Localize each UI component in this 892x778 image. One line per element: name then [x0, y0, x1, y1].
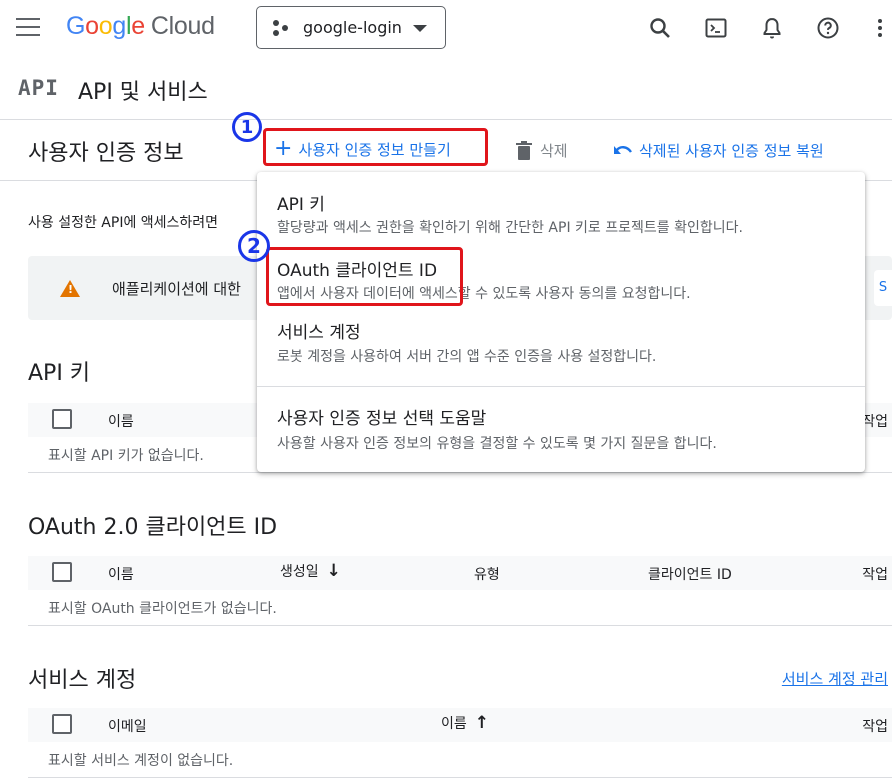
menu-item-service-account[interactable]: 서비스 계정 로봇 계정을 사용하여 서버 간의 앱 수준 인증을 사용 설정합…: [257, 304, 865, 370]
top-app-bar: Google Cloud google-login: [0, 0, 892, 56]
create-credentials-menu: API 키 할당량과 액세스 권한을 확인하기 위해 간단한 API 키로 프로…: [257, 172, 865, 472]
chevron-down-icon: [413, 25, 427, 32]
select-all-checkbox[interactable]: [52, 562, 72, 582]
arrow-up-icon: ↑: [474, 713, 490, 733]
column-created-label: 생성일: [280, 564, 319, 580]
configure-consent-button[interactable]: S: [874, 270, 892, 306]
restore-deleted-credentials-button[interactable]: 삭제된 사용자 인증 정보 복원: [612, 140, 824, 161]
menu-item-title: OAuth 클라이언트 ID: [277, 261, 438, 281]
credentials-description: 사용 설정한 API에 액세스하려면: [28, 215, 219, 231]
bell-icon[interactable]: [752, 8, 792, 48]
column-name[interactable]: 이름: [108, 564, 134, 584]
page-title: API 및 서비스: [78, 80, 208, 105]
product-header: API API 및 서비스: [0, 62, 892, 120]
column-actions: 작업: [862, 414, 888, 430]
empty-message: 표시할 서비스 계정이 없습니다.: [48, 753, 234, 769]
delete-button[interactable]: 삭제: [515, 140, 568, 161]
api-keys-title: API 키: [28, 361, 91, 386]
column-created[interactable]: 생성일 ↓: [280, 561, 341, 581]
menu-item-title: API 키: [277, 195, 325, 215]
delete-label: 삭제: [540, 142, 568, 160]
menu-item-help-me-choose[interactable]: 사용자 인증 정보 선택 도움말 사용할 사용자 인증 정보의 유형을 결정할 …: [257, 387, 865, 472]
menu-item-oauth-client-id[interactable]: OAuth 클라이언트 ID 앱에서 사용자 데이터에 액세스할 수 있도록 사…: [257, 238, 865, 304]
oauth-empty-row: 표시할 OAuth 클라이언트가 없습니다.: [28, 590, 892, 626]
arrow-down-icon: ↓: [326, 561, 341, 581]
menu-item-api-key[interactable]: API 키 할당량과 액세스 권한을 확인하기 위해 간단한 API 키로 프로…: [257, 172, 865, 238]
restore-label: 삭제된 사용자 인증 정보 복원: [639, 142, 824, 160]
menu-item-subtitle: 할당량과 액세스 권한을 확인하기 위해 간단한 API 키로 프로젝트를 확인…: [277, 220, 743, 236]
create-credentials-label: 사용자 인증 정보 만들기: [298, 140, 451, 159]
more-vert-icon[interactable]: [868, 8, 892, 48]
empty-message: 표시할 API 키가 없습니다.: [48, 448, 204, 464]
undo-icon: [614, 145, 632, 154]
google-cloud-logo[interactable]: Google Cloud: [66, 12, 215, 41]
menu-item-subtitle: 사용할 사용자 인증 정보의 유형을 결정할 수 있도록 몇 가지 질문을 합니…: [277, 436, 717, 452]
service-accounts-table-header: 이메일 이름 ↑ 작업: [28, 708, 892, 742]
column-client-id[interactable]: 클라이언트 ID: [648, 564, 732, 584]
column-actions: 작업: [862, 567, 888, 583]
column-actions: 작업: [862, 719, 888, 735]
column-type[interactable]: 유형: [474, 564, 500, 584]
column-name[interactable]: 이름 ↑: [441, 713, 489, 733]
empty-message: 표시할 OAuth 클라이언트가 없습니다.: [48, 601, 277, 617]
menu-item-subtitle: 앱에서 사용자 데이터에 액세스할 수 있도록 사용자 동의를 요청합니다.: [277, 286, 691, 302]
search-icon[interactable]: [640, 8, 680, 48]
warning-icon: [60, 280, 80, 297]
column-email[interactable]: 이메일: [108, 716, 147, 736]
project-icon: [273, 18, 293, 38]
credentials-title: 사용자 인증 정보: [28, 141, 184, 166]
create-credentials-button[interactable]: + 사용자 인증 정보 만들기: [274, 138, 451, 160]
project-name: google-login: [303, 18, 402, 37]
select-all-checkbox[interactable]: [52, 714, 72, 734]
step-2-marker: 2: [238, 230, 270, 262]
menu-item-title: 서비스 계정: [277, 323, 361, 343]
terminal-icon[interactable]: [696, 8, 736, 48]
project-picker[interactable]: google-login: [256, 6, 446, 49]
column-name-label: 이름: [441, 716, 467, 732]
menu-item-subtitle: 로봇 계정을 사용하여 서버 간의 앱 수준 인증을 사용 설정합니다.: [277, 349, 657, 365]
service-accounts-empty-row: 표시할 서비스 계정이 없습니다.: [28, 742, 892, 778]
plus-icon: +: [274, 136, 293, 161]
trash-icon: [516, 140, 532, 160]
oauth-title: OAuth 2.0 클라이언트 ID: [28, 515, 278, 540]
api-icon: API: [18, 76, 59, 100]
select-all-checkbox[interactable]: [52, 409, 72, 429]
oauth-table-header: 이름 생성일 ↓ 유형 클라이언트 ID 작업: [28, 556, 892, 590]
column-name[interactable]: 이름: [108, 411, 134, 431]
warning-text: 애플리케이션에 대한: [112, 280, 241, 298]
menu-item-title: 사용자 인증 정보 선택 도움말: [277, 409, 487, 429]
step-1-marker: 1: [232, 112, 262, 142]
service-accounts-title: 서비스 계정: [28, 668, 137, 693]
menu-icon[interactable]: [16, 18, 40, 38]
help-icon[interactable]: [808, 8, 848, 48]
manage-service-accounts-link[interactable]: 서비스 계정 관리: [782, 668, 888, 689]
